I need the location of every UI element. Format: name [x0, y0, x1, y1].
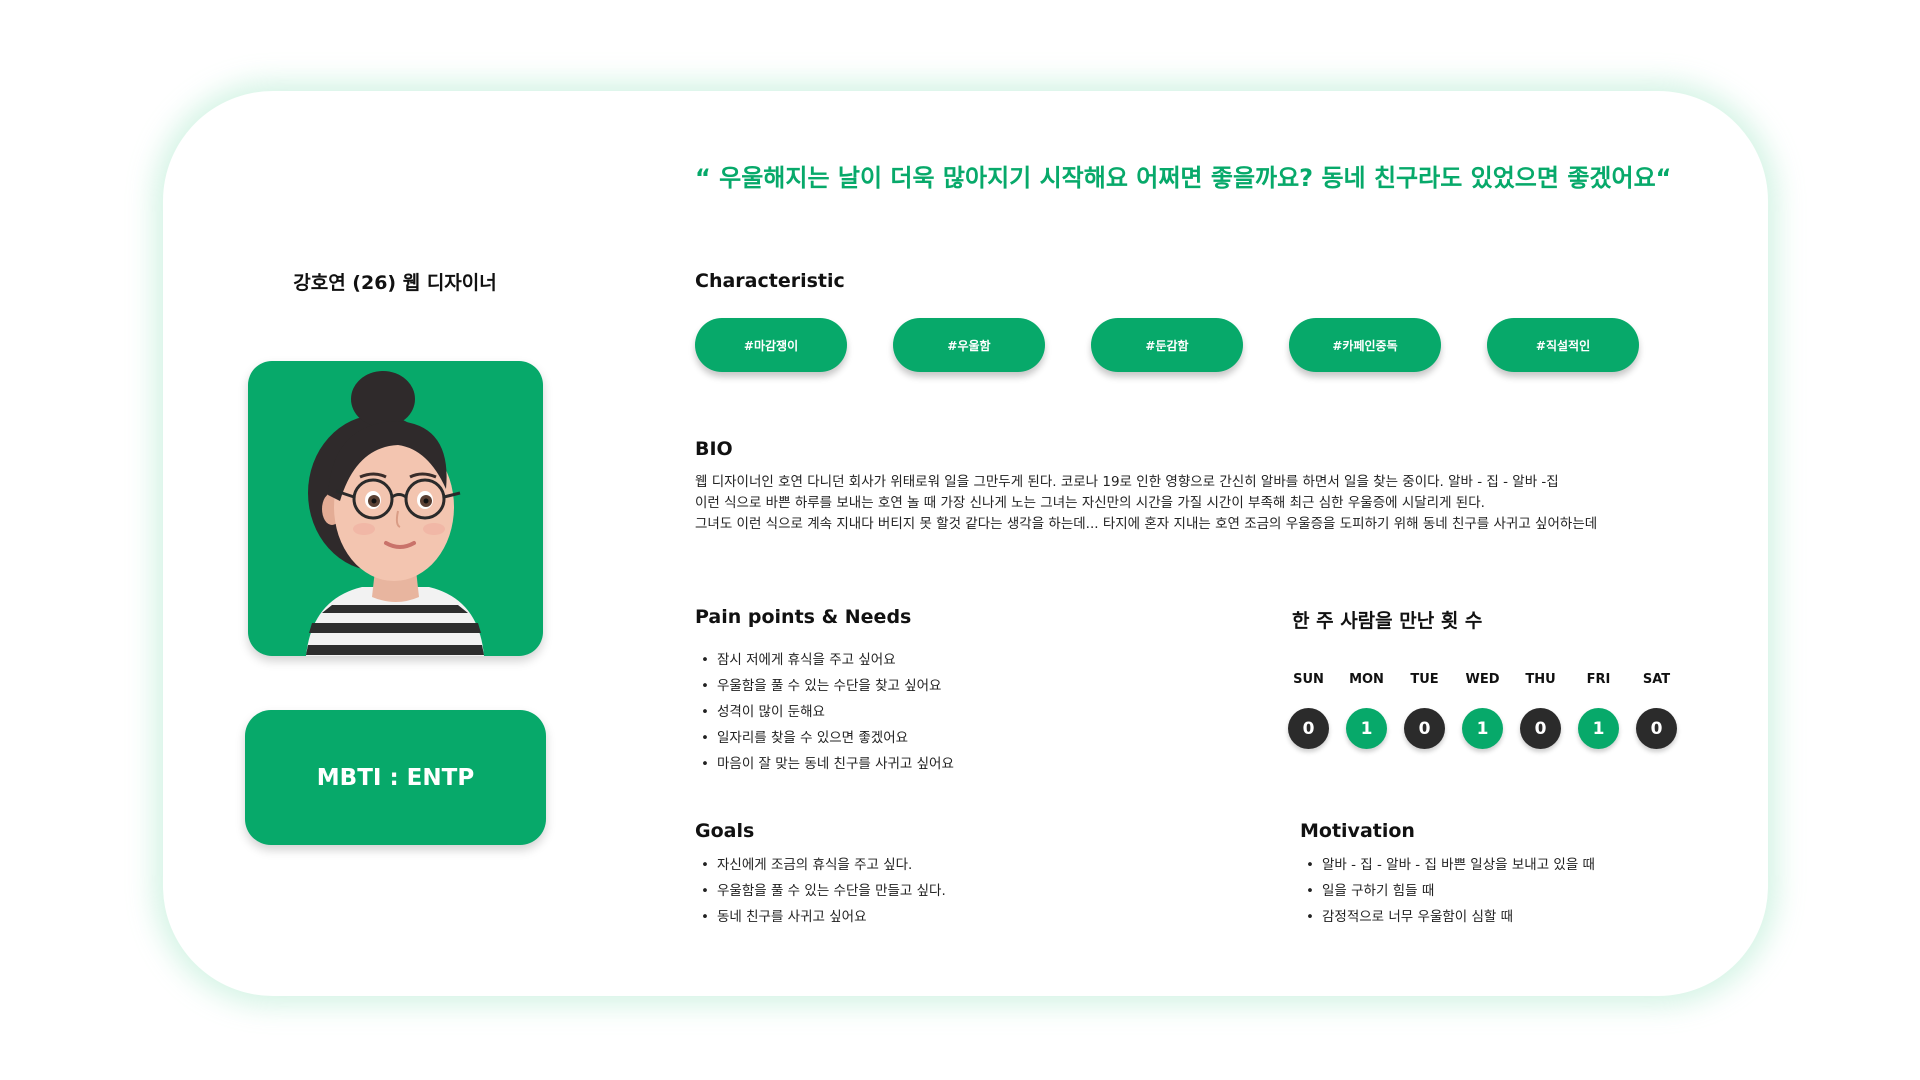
day-count: 1: [1578, 708, 1619, 749]
characteristic-title: Characteristic: [695, 270, 845, 292]
weekly-meetings: SUN 0 MON 1 TUE 0 WED 1 THU 0 FRI 1 SAT …: [1288, 670, 1677, 749]
list-item: 성격이 많이 둔해요: [695, 699, 954, 725]
day-label: SAT: [1642, 672, 1671, 687]
list-item: 자신에게 조금의 휴식을 주고 싶다.: [695, 852, 946, 878]
persona-name: 강호연 (26) 웹 디자이너: [293, 272, 497, 294]
list-item: 마음이 잘 맞는 동네 친구를 사귀고 싶어요: [695, 751, 954, 777]
list-item: 감정적으로 너무 우울함이 심할 때: [1300, 904, 1595, 930]
list-item: 알바 - 집 - 알바 - 집 바쁜 일상을 보내고 있을 때: [1300, 852, 1595, 878]
tag-chip[interactable]: #직설적인: [1487, 318, 1639, 372]
pain-points-title: Pain points & Needs: [695, 606, 912, 628]
day-count: 0: [1520, 708, 1561, 749]
tag-chip[interactable]: #둔감함: [1091, 318, 1243, 372]
day-column: FRI 1: [1578, 670, 1619, 749]
day-column: WED 1: [1462, 670, 1503, 749]
bio-line: 그녀도 이런 식으로 계속 지내다 버티지 못 할것 같다는 생각을 하는데..…: [695, 516, 1598, 532]
day-count: 0: [1636, 708, 1677, 749]
bio-line: 웹 디자이너인 호연 다니던 회사가 위태로워 일을 그만두게 된다. 코로나 …: [695, 474, 1559, 490]
day-label: MON: [1349, 672, 1384, 687]
mbti-badge: MBTI : ENTP: [245, 710, 546, 845]
day-column: MON 1: [1346, 670, 1387, 749]
day-label: TUE: [1410, 672, 1439, 687]
list-item: 일을 구하기 힘들 때: [1300, 878, 1595, 904]
day-count: 0: [1404, 708, 1445, 749]
weekly-meetings-title: 한 주 사람을 만난 횟 수: [1292, 610, 1483, 632]
day-column: SAT 0: [1636, 670, 1677, 749]
bio-title: BIO: [695, 438, 733, 460]
list-item: 동네 친구를 사귀고 싶어요: [695, 904, 946, 930]
day-count: 1: [1346, 708, 1387, 749]
day-count: 1: [1462, 708, 1503, 749]
tag-chip[interactable]: #카페인중독: [1289, 318, 1441, 372]
tag-chip[interactable]: #우울함: [893, 318, 1045, 372]
motivation-list: 알바 - 집 - 알바 - 집 바쁜 일상을 보내고 있을 때 일을 구하기 힘…: [1300, 852, 1595, 930]
day-column: TUE 0: [1404, 670, 1445, 749]
avatar: [248, 361, 543, 656]
list-item: 일자리를 찾을 수 있으면 좋겠어요: [695, 725, 954, 751]
day-count: 0: [1288, 708, 1329, 749]
bio-line: 이런 식으로 바쁜 하루를 보내는 호연 놀 때 가장 신나게 노는 그녀는 자…: [695, 495, 1485, 511]
day-column: THU 0: [1520, 670, 1561, 749]
day-label: FRI: [1586, 672, 1611, 687]
list-item: 잠시 저에게 휴식을 주고 싶어요: [695, 647, 954, 673]
persona-quote: “ 우울해지는 날이 더욱 많아지기 시작해요 어쩌면 좋을까요? 동네 친구라…: [695, 164, 1672, 192]
woman-avatar-illustration: [306, 371, 484, 656]
day-label: WED: [1465, 672, 1500, 687]
list-item: 우울함을 풀 수 있는 수단을 찾고 싶어요: [695, 673, 954, 699]
list-item: 우울함을 풀 수 있는 수단을 만들고 싶다.: [695, 878, 946, 904]
goals-title: Goals: [695, 820, 755, 842]
pain-points-list: 잠시 저에게 휴식을 주고 싶어요 우울함을 풀 수 있는 수단을 찾고 싶어요…: [695, 647, 954, 777]
bio-text: 웹 디자이너인 호연 다니던 회사가 위태로워 일을 그만두게 된다. 코로나 …: [695, 472, 1745, 535]
day-label: SUN: [1293, 672, 1324, 687]
day-column: SUN 0: [1288, 670, 1329, 749]
tag-chip[interactable]: #마감쟁이: [695, 318, 847, 372]
goals-list: 자신에게 조금의 휴식을 주고 싶다. 우울함을 풀 수 있는 수단을 만들고 …: [695, 852, 946, 930]
characteristic-tags: #마감쟁이 #우울함 #둔감함 #카페인중독 #직설적인: [695, 318, 1639, 372]
day-label: THU: [1525, 672, 1556, 687]
motivation-title: Motivation: [1300, 820, 1415, 842]
